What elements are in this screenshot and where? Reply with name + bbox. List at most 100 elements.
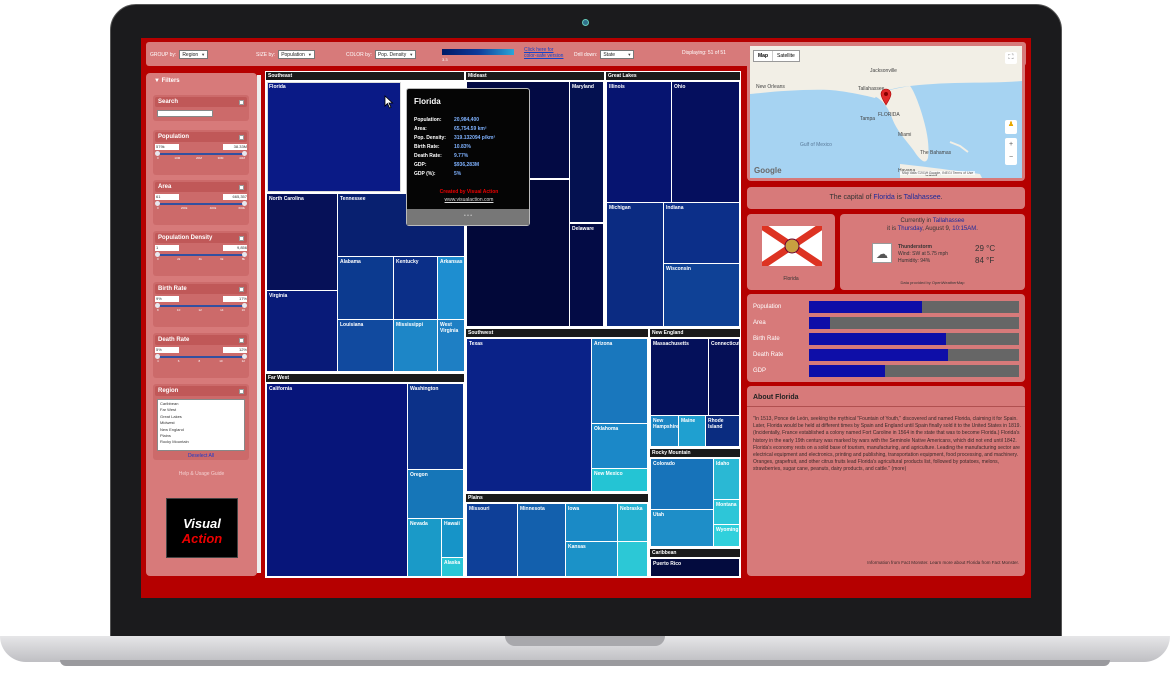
state-cell[interactable]: Michigan <box>607 203 663 326</box>
range-min-input[interactable]: 5% <box>155 347 179 353</box>
zoom-out-button[interactable]: − <box>1005 151 1017 164</box>
range-max-input[interactable]: 9,856 <box>223 245 247 251</box>
state-cell[interactable]: Mississippi <box>394 320 437 371</box>
range-min-input[interactable]: 579k <box>155 144 179 150</box>
satellite-tab[interactable]: Satellite <box>772 51 799 61</box>
pegman-icon[interactable]: ♟ <box>1005 120 1017 134</box>
range-min-input[interactable]: 61 <box>155 194 179 200</box>
weather-provider-link[interactable]: Data provided by OpenWeatherMap <box>840 280 1025 285</box>
state-cell[interactable]: Idaho <box>714 459 739 499</box>
state-cell[interactable]: Montana <box>714 500 739 524</box>
state-cell[interactable]: Delaware <box>570 224 603 326</box>
google-map[interactable]: Map Satellite ⛶ ♟ + − Jacksonville Tallaha… <box>750 46 1022 178</box>
map-tab[interactable]: Map <box>754 51 772 61</box>
state-cell[interactable]: Texas <box>467 339 591 491</box>
state-cell[interactable]: Oregon <box>408 470 463 518</box>
drilldown-select[interactable]: State ▼ <box>600 50 635 59</box>
map-label: Tampa <box>860 116 876 122</box>
color-safe-link[interactable]: Click here for color-safe version <box>524 47 563 59</box>
range-max-input[interactable]: 665,357 <box>223 194 247 200</box>
sidebar-scrollbar[interactable] <box>257 75 261 573</box>
region-header[interactable]: Far West <box>266 374 464 382</box>
state-cell[interactable]: Louisiana <box>338 320 393 371</box>
state-cell[interactable]: Colorado <box>651 459 713 509</box>
range-min-input[interactable]: 9% <box>155 296 179 302</box>
region-header[interactable]: Plains <box>466 494 648 502</box>
tooltip-site-link[interactable]: www.visualaction.com <box>407 197 531 203</box>
state-cell[interactable]: Florida <box>267 82 401 192</box>
size-by-select[interactable]: Population ▼ <box>278 50 315 59</box>
search-input[interactable] <box>157 110 213 117</box>
range-min-input[interactable]: 1 <box>155 245 179 251</box>
fullscreen-icon[interactable]: ⛶ <box>1005 52 1017 64</box>
state-cell[interactable]: Puerto Rico <box>651 559 739 576</box>
state-cell[interactable] <box>618 542 647 576</box>
state-cell[interactable]: Oklahoma <box>592 424 647 468</box>
state-cell[interactable]: Alaska <box>442 558 463 576</box>
collapse-checkbox[interactable] <box>239 235 244 241</box>
region-header[interactable]: Caribbean <box>650 549 740 557</box>
state-cell[interactable]: Nebraska <box>618 504 647 541</box>
state-cell[interactable]: Indiana <box>664 203 739 263</box>
range-slider[interactable] <box>155 201 247 206</box>
region-option[interactable]: Rocky Mountain <box>160 439 242 445</box>
about-source-link[interactable]: Information from Fact Monster. Learn mor… <box>757 560 1019 565</box>
region-header[interactable]: Southeast <box>266 72 464 80</box>
state-cell[interactable]: Arizona <box>592 339 647 423</box>
region-header[interactable]: Rocky Mountain <box>650 449 740 457</box>
state-cell[interactable]: Washington <box>408 384 463 469</box>
state-cell[interactable]: Kentucky <box>394 257 437 319</box>
filters-title: ▼ Filters <box>154 78 180 84</box>
state-cell[interactable]: North Carolina <box>267 194 337 290</box>
range-slider[interactable] <box>155 151 247 156</box>
range-slider[interactable] <box>155 354 247 359</box>
range-max-input[interactable]: 38.33M <box>223 144 247 150</box>
color-by-select[interactable]: Pop. Density ▼ <box>374 50 417 59</box>
state-cell[interactable]: Ohio <box>672 82 739 202</box>
state-cell[interactable]: Nevada <box>408 519 441 576</box>
deselect-all-link[interactable]: Deselect All <box>153 453 249 459</box>
state-cell[interactable]: Connecticut <box>709 339 739 415</box>
collapse-checkbox[interactable] <box>239 184 244 190</box>
state-cell[interactable]: Illinois <box>607 82 671 202</box>
region-listbox[interactable]: Caribbean Far West Great Lakes Midwest New E… <box>157 399 245 451</box>
range-max-input[interactable]: 12% <box>223 347 247 353</box>
state-cell[interactable]: Alabama <box>338 257 393 319</box>
state-cell[interactable]: Hawaii <box>442 519 463 557</box>
region-header[interactable]: Mideast <box>466 72 604 80</box>
help-guide-link[interactable]: Help & Usage Guide <box>146 471 257 477</box>
collapse-checkbox[interactable] <box>239 134 244 140</box>
region-header[interactable]: Southwest <box>466 329 648 337</box>
collapse-checkbox[interactable] <box>239 286 244 292</box>
state-cell[interactable]: New Mexico <box>592 469 647 491</box>
range-slider[interactable] <box>155 303 247 308</box>
region-header[interactable]: Great Lakes <box>606 72 740 80</box>
state-cell[interactable]: Massachusetts <box>651 339 708 415</box>
state-cell[interactable]: New Hampshire <box>651 416 678 446</box>
region-header[interactable]: New England <box>650 329 740 337</box>
visual-action-logo[interactable]: Visual Action <box>166 498 238 558</box>
state-cell[interactable]: Missouri <box>467 504 517 576</box>
state-cell[interactable]: Rhode Island <box>706 416 739 446</box>
state-cell[interactable]: Utah <box>651 510 713 546</box>
state-cell[interactable]: Wyoming <box>714 525 739 546</box>
range-slider[interactable] <box>155 252 247 257</box>
group-by-select[interactable]: Region ▼ <box>179 50 209 59</box>
state-cell[interactable]: Iowa <box>566 504 617 541</box>
state-label: Arkansas <box>440 259 463 265</box>
zoom-in-button[interactable]: + <box>1005 138 1017 151</box>
state-cell[interactable]: Arkansas <box>438 257 464 319</box>
range-max-input[interactable]: 17% <box>223 296 247 302</box>
state-cell[interactable]: California <box>267 384 407 576</box>
state-cell[interactable]: Virginia <box>267 291 337 371</box>
state-cell[interactable]: Maryland <box>570 82 603 222</box>
state-cell[interactable]: Minnesota <box>518 504 565 576</box>
state-cell[interactable]: Wisconsin <box>664 264 739 326</box>
state-cell[interactable]: Maine <box>679 416 705 446</box>
state-cell[interactable]: West Virginia <box>438 320 464 371</box>
collapse-checkbox[interactable] <box>239 337 244 343</box>
tooltip-key: Birth Rate: <box>414 144 440 150</box>
state-cell[interactable]: Kansas <box>566 542 617 576</box>
collapse-checkbox[interactable] <box>239 99 244 105</box>
collapse-checkbox[interactable] <box>239 388 244 394</box>
